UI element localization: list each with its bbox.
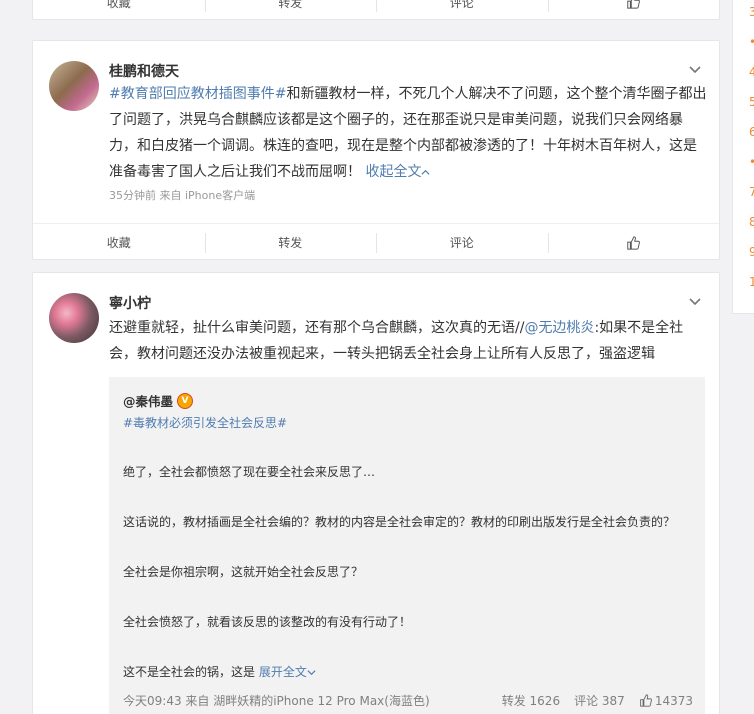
mention-link[interactable]: @无边桃炎 <box>524 320 594 336</box>
like-count: 14373 <box>654 693 693 708</box>
collapse-label: 收起全文 <box>365 164 422 180</box>
previous-post-card: 收藏 转发 评论 <box>32 0 720 20</box>
chevron-down-icon[interactable] <box>687 293 703 309</box>
repost-author: @秦伟墨 V <box>123 391 691 410</box>
rail-item[interactable]: 3 <box>749 5 754 19</box>
favorite-label: 收藏 <box>106 236 131 250</box>
author-name[interactable]: 桂鹏和德天 <box>109 61 179 81</box>
action-bar: 收藏 转发 评论 <box>33 223 719 261</box>
like-button[interactable] <box>547 0 720 21</box>
verified-badge-icon: V <box>177 392 194 409</box>
action-bar: 收藏 转发 评论 <box>33 0 719 21</box>
thumbs-up-icon <box>626 0 641 9</box>
repost-paragraph-text: 这不是全社会的锅，这是 <box>123 665 256 679</box>
repost-paragraph: 这话说的，教材插画是全社会编的？教材的内容是全社会审定的？教材的印刷出版发行是全… <box>123 515 676 529</box>
post-card: 寧小柠 还避重就轻，扯什么审美问题，还有那个乌合麒麟，这次真的无语//@无边桃炎… <box>32 272 720 714</box>
post-text: #教育部回应教材插图事件#和新疆教材一样，不死几个人解决不了问题，这个整个清华圈… <box>109 81 709 185</box>
chevron-down-icon[interactable] <box>687 61 703 77</box>
comment-button[interactable]: 评论 <box>376 224 548 261</box>
rail-item[interactable]: 7 <box>749 185 754 199</box>
rail-item[interactable]: 9 <box>749 245 754 259</box>
rail-item[interactable]: 4 <box>749 65 754 79</box>
post-body: 还避重就轻，扯什么审美问题，还有那个乌合麒麟，这次真的无语// <box>109 320 525 336</box>
rail-item[interactable]: • <box>749 155 754 169</box>
collapse-link[interactable]: 收起全文 <box>365 164 430 180</box>
thumbs-up-icon <box>626 235 641 250</box>
repost-paragraph: 全社会愤怒了，就看该反思的该整改的有没有行动了！ <box>123 615 412 629</box>
reposted-content[interactable]: @秦伟墨 V #毒教材必须引发全社会反思# 绝了，全社会都愤怒了现在要全社会来反… <box>109 377 705 714</box>
repost-footer: 今天09:43 来自 湖畔妖精的iPhone 12 Pro Max(海蓝色) 转… <box>123 692 693 709</box>
rail-item[interactable]: • <box>749 35 754 49</box>
comment-label: 评论 <box>449 0 474 10</box>
chevron-up-icon <box>421 169 430 175</box>
repost-meta: 今天09:43 来自 湖畔妖精的iPhone 12 Pro Max(海蓝色) <box>123 694 430 708</box>
chevron-down-icon <box>307 670 316 676</box>
hashtag-link[interactable]: #毒教材必须引发全社会反思# <box>123 414 691 431</box>
repost-paragraph: 全社会是你祖宗啊，这就开始全社会反思了？ <box>123 565 364 579</box>
comment-count[interactable]: 评论 387 <box>574 692 625 709</box>
rail-item[interactable]: 6 <box>749 125 754 139</box>
post-text: 还避重就轻，扯什么审美问题，还有那个乌合麒麟，这次真的无语//@无边桃炎:如果不… <box>109 315 709 367</box>
repost-button[interactable]: 转发 <box>204 224 377 261</box>
comment-button[interactable]: 评论 <box>376 0 548 21</box>
post-meta: 35分钟前 来自 iPhone客户端 <box>109 189 256 202</box>
expand-label: 展开全文 <box>258 665 307 679</box>
favorite-label: 收藏 <box>106 0 131 10</box>
like-button[interactable] <box>547 224 720 261</box>
weibo-feed: 收藏 转发 评论 桂鹏和德天 #教育部回应教材插图事件#和新疆教材一样，不死几个… <box>0 0 754 714</box>
expand-link[interactable]: 展开全文 <box>259 665 316 679</box>
favorite-button[interactable]: 收藏 <box>33 224 205 261</box>
comment-label: 评论 <box>449 236 474 250</box>
repost-author-name[interactable]: @秦伟墨 <box>123 391 173 410</box>
repost-label: 转发 <box>278 236 303 250</box>
avatar[interactable] <box>49 293 99 343</box>
thumbs-up-icon <box>639 694 652 707</box>
rail-item[interactable]: 1 <box>749 275 754 289</box>
repost-count[interactable]: 转发 1626 <box>502 692 560 709</box>
right-rail: 3 • 4 5 6 • 7 8 9 1 <box>732 0 754 314</box>
favorite-button[interactable]: 收藏 <box>33 0 205 21</box>
rail-item[interactable]: 5 <box>749 95 754 109</box>
like-count-button[interactable]: 14373 <box>639 694 693 708</box>
hashtag-link[interactable]: #教育部回应教材插图事件# <box>109 86 286 102</box>
avatar[interactable] <box>49 61 99 111</box>
repost-button[interactable]: 转发 <box>204 0 377 21</box>
post-card: 桂鹏和德天 #教育部回应教材插图事件#和新疆教材一样，不死几个人解决不了问题，这… <box>32 40 720 260</box>
repost-label: 转发 <box>278 0 303 10</box>
repost-paragraph-last: 这不是全社会的锅，这是 展开全文 <box>123 663 691 681</box>
author-name[interactable]: 寧小柠 <box>109 293 151 313</box>
rail-item[interactable]: 8 <box>749 215 754 229</box>
repost-paragraph: 绝了，全社会都愤怒了现在要全社会来反思了… <box>123 465 376 479</box>
